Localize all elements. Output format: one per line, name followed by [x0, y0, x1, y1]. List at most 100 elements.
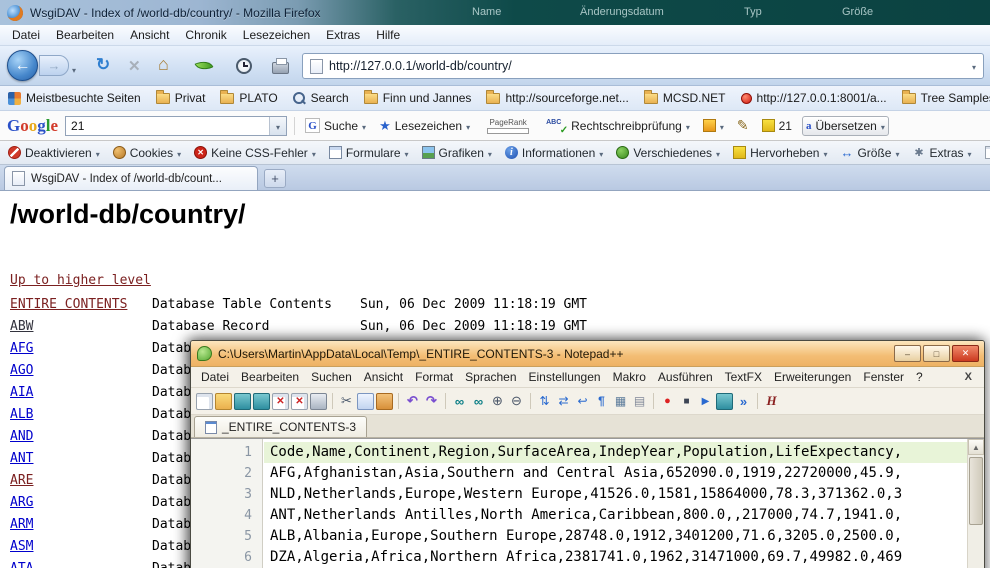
home-icon[interactable]: ⌂: [158, 54, 169, 75]
google-search-input[interactable]: [66, 119, 269, 133]
npp-menu-bearbeiten[interactable]: Bearbeiten: [235, 368, 305, 386]
npp-menu-textfx[interactable]: TextFX: [719, 368, 768, 386]
npp-menu-makro[interactable]: Makro: [607, 368, 652, 386]
entry-link-are[interactable]: ARE: [10, 470, 152, 492]
npp-menu-sprachen[interactable]: Sprachen: [459, 368, 522, 386]
entry-link-aia[interactable]: AIA: [10, 382, 152, 404]
editor-line[interactable]: Code,Name,Continent,Region,SurfaceArea,I…: [264, 442, 967, 463]
zoom-in-icon[interactable]: [489, 393, 506, 410]
editor-line[interactable]: ALB,Albania,Europe,Southern Europe,28748…: [264, 526, 967, 547]
npp-menu-datei[interactable]: Datei: [195, 368, 235, 386]
indent-guide-icon[interactable]: [612, 393, 629, 410]
menu-item-ansicht[interactable]: Ansicht: [122, 26, 177, 44]
record-macro-icon[interactable]: [659, 393, 676, 410]
webdev-extras[interactable]: Extras: [912, 146, 971, 160]
translate-button[interactable]: Übersetzen: [802, 116, 889, 136]
word-wrap-icon[interactable]: [574, 393, 591, 410]
editor-text[interactable]: Code,Name,Continent,Region,SurfaceArea,I…: [264, 439, 967, 568]
sync-horizontal-icon[interactable]: [555, 393, 572, 410]
zoom-out-icon[interactable]: [508, 393, 525, 410]
new-tab-button[interactable]: +: [264, 169, 286, 188]
stop-icon[interactable]: ✕: [128, 57, 141, 75]
entry-link-abw[interactable]: ABW: [10, 316, 152, 338]
webdev-verschiedenes[interactable]: Verschiedenes: [616, 146, 720, 160]
npp-menu-fenster[interactable]: Fenster: [857, 368, 910, 386]
stop-macro-icon[interactable]: [678, 393, 695, 410]
editor-line[interactable]: NLD,Netherlands,Europe,Western Europe,41…: [264, 484, 967, 505]
undo-icon[interactable]: [404, 393, 421, 410]
up-to-higher-level-link[interactable]: Up to higher level: [10, 273, 151, 288]
addon-leaf-icon[interactable]: [194, 57, 213, 74]
npp-menu-einstellungen[interactable]: Einstellungen: [523, 368, 607, 386]
find-icon[interactable]: [451, 393, 468, 410]
notepad-title-bar[interactable]: C:\Users\Martin\AppData\Local\Temp\_ENTI…: [191, 341, 984, 367]
edit-button[interactable]: [734, 115, 752, 136]
close-button[interactable]: ✕: [952, 345, 979, 362]
editor-line[interactable]: DZA,Algeria,Africa,Northern Africa,23817…: [264, 547, 967, 568]
webdev-css-fehler[interactable]: Keine CSS-Fehler: [194, 146, 316, 160]
spellcheck-button[interactable]: ABCRechtschreibprüfung: [543, 117, 693, 135]
editor-area[interactable]: 1 2 3 4 5 6 Code,Name,Continent,Region,S…: [191, 438, 984, 568]
bookmark-plato[interactable]: PLATO: [220, 91, 277, 105]
bookmark-tree-samples[interactable]: Tree Samples: [902, 91, 990, 105]
minimize-button[interactable]: –: [894, 345, 921, 362]
npp-menu-erweiterungen[interactable]: Erweiterungen: [768, 368, 857, 386]
bookmark-mcsd-net[interactable]: MCSD.NET: [644, 91, 726, 105]
editor-line[interactable]: AFG,Afghanistan,Asia,Southern and Centra…: [264, 463, 967, 484]
editor-line[interactable]: ANT,Netherlands Antilles,North America,C…: [264, 505, 967, 526]
save-macro-icon[interactable]: [716, 393, 733, 410]
entry-link-ata[interactable]: ATA: [10, 558, 152, 568]
new-file-icon[interactable]: [196, 393, 213, 410]
tab-wsgidav[interactable]: WsgiDAV - Index of /world-db/count...: [4, 166, 258, 190]
print-icon[interactable]: [310, 393, 327, 410]
back-button[interactable]: [7, 50, 38, 81]
open-file-icon[interactable]: [215, 393, 232, 410]
highlight-count[interactable]: 21: [759, 117, 795, 135]
cut-icon[interactable]: [338, 393, 355, 410]
entry-link-and[interactable]: AND: [10, 426, 152, 448]
maximize-button[interactable]: □: [923, 345, 950, 362]
entry-link-alb[interactable]: ALB: [10, 404, 152, 426]
bookmark-privat[interactable]: Privat: [156, 91, 206, 105]
document-tab[interactable]: _ENTIRE_CONTENTS-3: [194, 416, 367, 437]
scrollbar-thumb[interactable]: [969, 457, 983, 525]
save-icon[interactable]: [234, 393, 251, 410]
bookmark-localhost-8001[interactable]: http://127.0.0.1:8001/a...: [741, 91, 887, 105]
show-all-characters-icon[interactable]: [593, 393, 610, 410]
firefox-title-bar[interactable]: WsgiDAV - Index of /world-db/country/ - …: [0, 0, 990, 25]
autofill-button[interactable]: [700, 117, 727, 135]
entry-link-entire-contents[interactable]: ENTIRE CONTENTS: [10, 294, 152, 316]
scroll-up-arrow[interactable]: ▲: [968, 439, 984, 455]
google-search-button[interactable]: GSuche: [302, 116, 369, 135]
reload-icon[interactable]: ↻: [96, 55, 110, 75]
html-preview-icon[interactable]: [763, 393, 780, 410]
menu-item-lesezeichen[interactable]: Lesezeichen: [235, 26, 318, 44]
address-input[interactable]: [329, 59, 966, 73]
entry-link-afg[interactable]: AFG: [10, 338, 152, 360]
print-icon[interactable]: [272, 62, 289, 74]
close-all-icon[interactable]: [291, 393, 308, 410]
sync-vertical-icon[interactable]: [536, 393, 553, 410]
npp-menu-help[interactable]: ?: [910, 368, 929, 386]
menu-item-bearbeiten[interactable]: Bearbeiten: [48, 26, 122, 44]
menu-item-hilfe[interactable]: Hilfe: [368, 26, 408, 44]
bookmark-sourceforge[interactable]: http://sourceforge.net...: [486, 91, 628, 105]
menu-item-chronik[interactable]: Chronik: [177, 26, 234, 44]
npp-menu-close[interactable]: X: [965, 371, 980, 383]
bookmark-search[interactable]: Search: [293, 91, 349, 105]
forward-button[interactable]: [39, 55, 69, 76]
webdev-formulare[interactable]: Formulare: [329, 146, 409, 160]
google-bookmarks-button[interactable]: Lesezeichen: [376, 116, 473, 136]
replace-icon[interactable]: [470, 393, 487, 410]
search-history-dropdown[interactable]: [269, 117, 286, 135]
save-all-icon[interactable]: [253, 393, 270, 410]
npp-menu-ansicht[interactable]: Ansicht: [358, 368, 409, 386]
webdev-grafiken[interactable]: Grafiken: [422, 146, 492, 160]
webdev-deaktivieren[interactable]: Deaktivieren: [8, 146, 100, 160]
play-macro-icon[interactable]: [697, 393, 714, 410]
google-search-box[interactable]: [65, 116, 287, 136]
npp-menu-suchen[interactable]: Suchen: [305, 368, 358, 386]
run-macro-multiple-icon[interactable]: [735, 393, 752, 410]
entry-link-ant[interactable]: ANT: [10, 448, 152, 470]
entry-link-ago[interactable]: AGO: [10, 360, 152, 382]
